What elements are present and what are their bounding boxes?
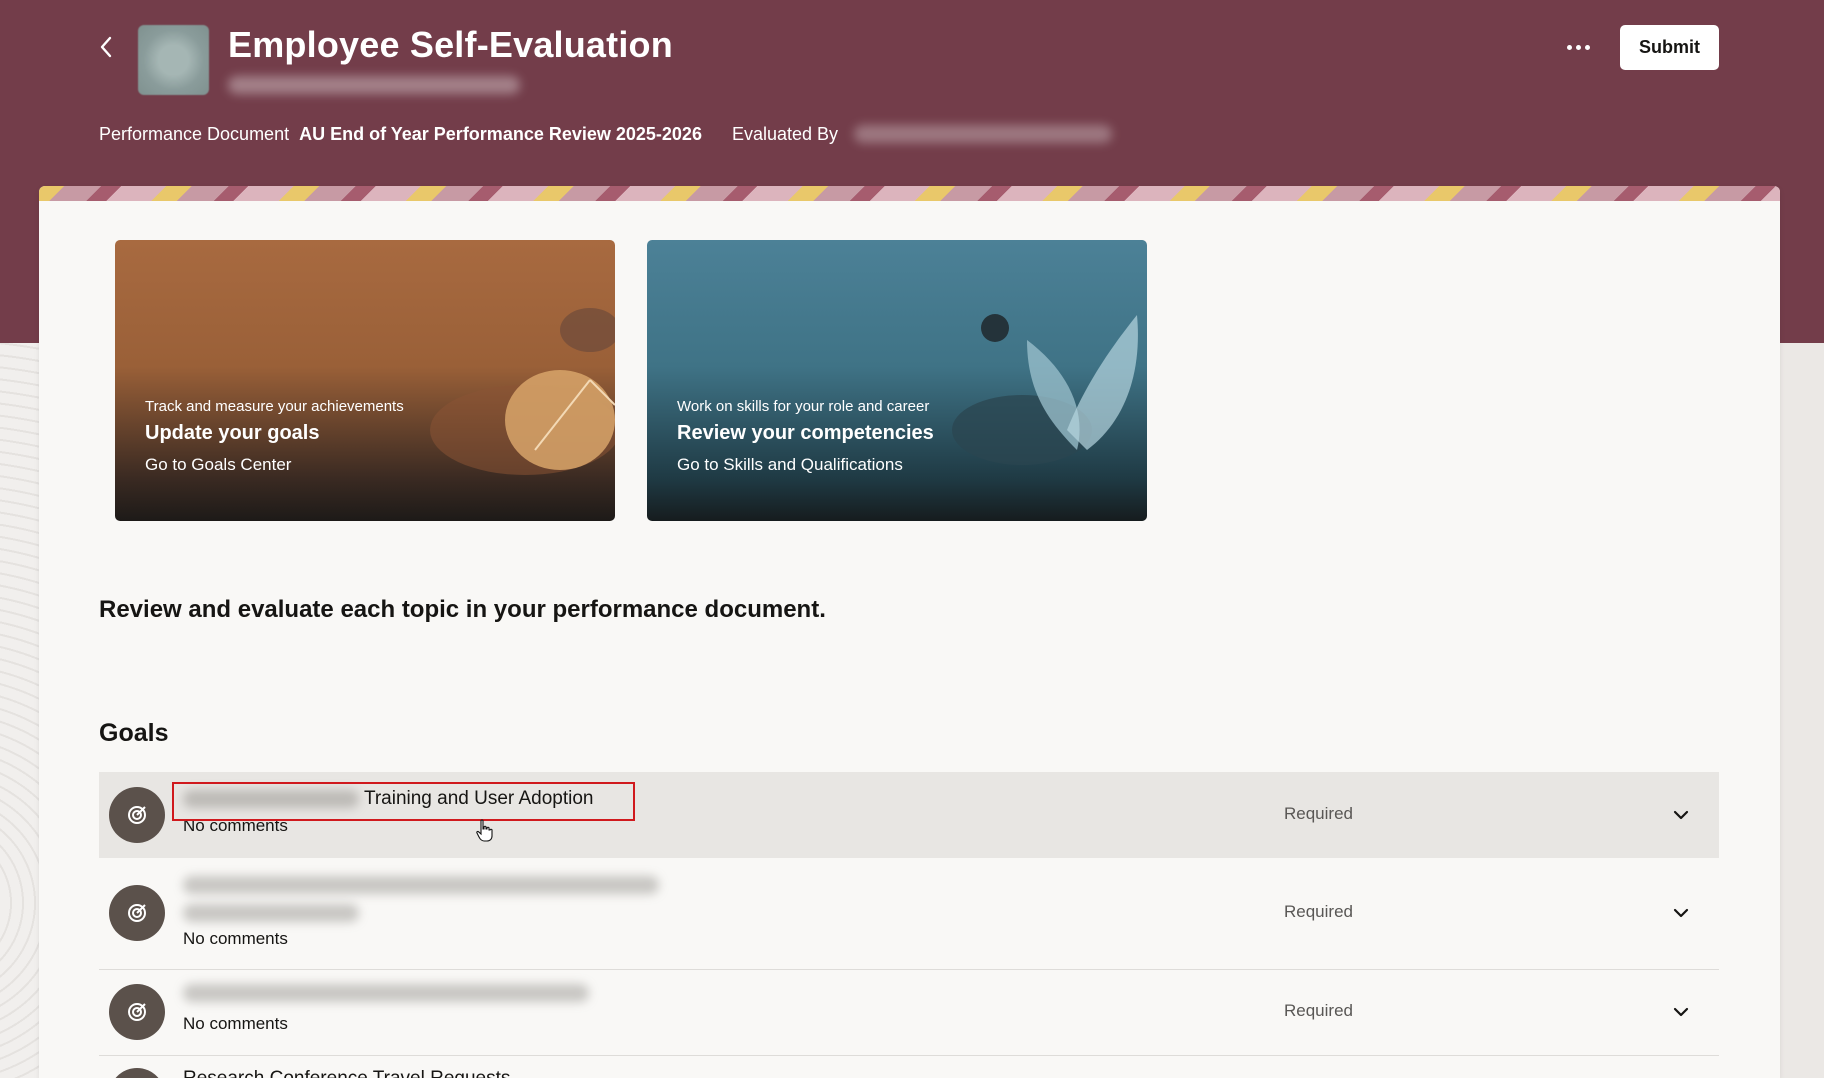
chevron-down-icon (1673, 810, 1689, 820)
promo-eyebrow: Work on skills for your role and career (677, 398, 930, 415)
chevron-left-icon (100, 36, 112, 58)
more-dot (1575, 44, 1581, 50)
goal-status: Required (1284, 804, 1353, 823)
highlight-box (172, 782, 635, 821)
more-horizontal-icon (1566, 44, 1572, 50)
background-decoration (0, 343, 40, 1078)
hand-cursor-icon (476, 819, 493, 842)
evaluated-by-label: Evaluated By (731, 123, 839, 144)
more-dot (1584, 44, 1590, 50)
pattern-strip (39, 186, 1780, 201)
target-icon (109, 1068, 165, 1078)
chevron-down-icon (1673, 908, 1689, 918)
expand-button[interactable] (1669, 901, 1693, 925)
performance-document-label: Performance Document (99, 123, 290, 144)
avatar (138, 25, 209, 95)
goals-center-link[interactable]: Go to Goals Center (145, 455, 291, 475)
goal-status: Required (1284, 1001, 1353, 1020)
update-goals-card[interactable]: Track and measure your achievements Upda… (115, 240, 615, 521)
redacted-text (183, 983, 589, 1002)
redacted-evaluator (854, 125, 1113, 143)
background-decoration-right (1779, 343, 1824, 1078)
instructions-heading: Review and evaluate each topic in your p… (99, 596, 826, 623)
goal-title[interactable] (183, 874, 659, 922)
target-icon (109, 885, 165, 941)
goal-status: Required (1284, 902, 1353, 921)
submit-button[interactable]: Submit (1620, 25, 1719, 70)
redacted-text (183, 904, 359, 922)
goal-comments: No comments (183, 929, 288, 948)
performance-document-value: AU End of Year Performance Review 2025-2… (299, 123, 702, 144)
goal-title[interactable]: Research Conference Travel Requests (183, 1068, 510, 1078)
promo-eyebrow: Track and measure your achievements (145, 398, 404, 415)
expand-button[interactable] (1669, 1000, 1693, 1024)
competencies-illustration (952, 314, 1138, 465)
main-card: Track and measure your achievements Upda… (39, 186, 1780, 1078)
chevron-down-icon (1673, 1007, 1689, 1017)
promo-title: Update your goals (145, 422, 320, 444)
redacted-text (183, 875, 659, 894)
target-icon (109, 984, 165, 1040)
goal-title[interactable] (183, 982, 589, 1004)
review-competencies-card[interactable]: Work on skills for your role and career … (647, 240, 1147, 521)
back-button[interactable] (92, 30, 120, 64)
goals-illustration (430, 308, 615, 475)
goal-row[interactable]: No comments Required (99, 970, 1719, 1056)
skills-qualifications-link[interactable]: Go to Skills and Qualifications (677, 455, 903, 475)
promo-title: Review your competencies (677, 422, 934, 444)
goal-row[interactable]: Research Conference Travel Requests (99, 1056, 1719, 1078)
document-meta: Performance Document AU End of Year Perf… (99, 122, 1113, 146)
expand-button[interactable] (1669, 803, 1693, 827)
page-title: Employee Self-Evaluation (228, 24, 673, 65)
more-actions-button[interactable] (1560, 32, 1596, 62)
goals-section-title: Goals (99, 719, 169, 747)
goal-row[interactable]: No comments Required (99, 858, 1719, 970)
redacted-subtitle (228, 76, 520, 94)
target-icon (109, 787, 165, 843)
goal-comments: No comments (183, 1014, 288, 1033)
